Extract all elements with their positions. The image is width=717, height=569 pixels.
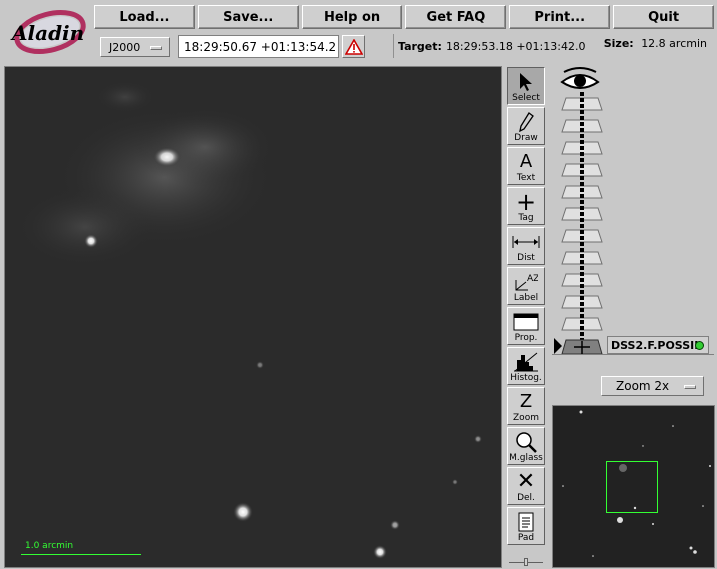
sky-image bbox=[5, 67, 501, 567]
faq-button[interactable]: Get FAQ bbox=[405, 5, 507, 29]
scale-bar-label: 1.0 arcmin bbox=[25, 541, 74, 551]
size-value: 12.8 arcmin bbox=[641, 37, 707, 50]
notepad-icon bbox=[517, 511, 535, 533]
magnifier-icon bbox=[515, 431, 537, 453]
zoom-tool-button[interactable]: Z Zoom bbox=[507, 387, 545, 425]
distance-arrow-icon bbox=[512, 231, 540, 253]
draw-tool-button[interactable]: Draw bbox=[507, 107, 545, 145]
label-tool-button[interactable]: AZ Label bbox=[507, 267, 545, 305]
svg-text:AZ: AZ bbox=[527, 274, 538, 284]
select-tool-button[interactable]: Select bbox=[507, 67, 545, 105]
help-button[interactable]: Help on bbox=[301, 5, 403, 29]
scale-bar-line bbox=[21, 554, 141, 555]
overview-panel[interactable] bbox=[552, 405, 715, 568]
zoom-tool-label: Zoom bbox=[513, 413, 539, 423]
quit-button[interactable]: Quit bbox=[613, 5, 714, 29]
aladin-logo: Aladin bbox=[4, 4, 88, 60]
save-button[interactable]: Save... bbox=[197, 5, 299, 29]
size-label: Size: bbox=[603, 37, 634, 50]
plane-label[interactable]: DSS2.F.POSSII bbox=[607, 336, 709, 354]
text-tool-label: Text bbox=[516, 173, 536, 183]
cursor-arrow-icon bbox=[519, 71, 533, 93]
dist-tool-label: Dist bbox=[517, 253, 535, 263]
dist-tool-button[interactable]: Dist bbox=[507, 227, 545, 265]
target-value: 18:29:53.18 +01:13:42.0 bbox=[445, 39, 586, 53]
pad-tool-button[interactable]: Pad bbox=[507, 507, 545, 545]
tag-tool-label: Tag bbox=[518, 213, 534, 223]
window-icon bbox=[513, 311, 539, 333]
plane-stack: DSS2.F.POSSII bbox=[552, 62, 712, 358]
tool-slider[interactable] bbox=[507, 558, 545, 566]
select-tool-label: Select bbox=[512, 93, 540, 103]
overview-view-box[interactable] bbox=[606, 461, 658, 513]
eye-icon[interactable] bbox=[560, 66, 600, 92]
tool-panel: Select Draw A Text + Tag Dist AZ Label P… bbox=[507, 67, 547, 545]
coordinate-input[interactable] bbox=[178, 35, 339, 58]
slider-thumb[interactable] bbox=[524, 558, 528, 566]
plane-name: DSS2.F.POSSII bbox=[611, 338, 699, 352]
mglass-tool-button[interactable]: M.glass bbox=[507, 427, 545, 465]
del-tool-button[interactable]: ✕ Del. bbox=[507, 467, 545, 505]
tag-tool-button[interactable]: + Tag bbox=[507, 187, 545, 225]
mglass-tool-label: M.glass bbox=[509, 453, 543, 463]
plane-stack-graphic bbox=[554, 92, 603, 355]
histog-tool-label: Histog. bbox=[510, 373, 542, 383]
histogram-icon bbox=[513, 351, 539, 373]
pencil-icon bbox=[518, 111, 534, 133]
frame-select-value: J2000 bbox=[109, 40, 141, 54]
del-tool-label: Del. bbox=[517, 493, 535, 503]
zoom-select-value: Zoom 2x bbox=[616, 379, 670, 393]
draw-tool-label: Draw bbox=[514, 133, 538, 143]
main-image-view[interactable]: 1.0 arcmin bbox=[4, 66, 502, 568]
dropdown-arrow-icon bbox=[150, 46, 162, 50]
x-icon: ✕ bbox=[516, 469, 536, 494]
stack-divider bbox=[552, 354, 714, 355]
plus-icon: + bbox=[515, 188, 537, 216]
dropdown-arrow-icon bbox=[684, 385, 696, 389]
letter-a-icon: A bbox=[519, 151, 533, 172]
prop-tool-label: Prop. bbox=[514, 333, 538, 343]
target-label: Target: bbox=[398, 39, 442, 53]
pad-tool-label: Pad bbox=[517, 533, 535, 543]
letter-z-icon: Z bbox=[519, 391, 533, 412]
text-tool-button[interactable]: A Text bbox=[507, 147, 545, 185]
label-tool-label: Label bbox=[513, 293, 539, 303]
zoom-select[interactable]: Zoom 2x bbox=[601, 376, 704, 396]
warning-icon bbox=[344, 38, 363, 55]
histog-tool-button[interactable]: Histog. bbox=[507, 347, 545, 385]
print-button[interactable]: Print... bbox=[509, 5, 611, 29]
menu-bar: Load... Save... Help on Get FAQ Print...… bbox=[94, 5, 714, 29]
warning-button[interactable] bbox=[342, 35, 365, 58]
label-icon: AZ bbox=[514, 271, 538, 293]
load-button[interactable]: Load... bbox=[94, 5, 195, 29]
size-info: Size: 12.8 arcmin bbox=[604, 37, 707, 50]
prop-tool-button[interactable]: Prop. bbox=[507, 307, 545, 345]
scale-bar: 1.0 arcmin bbox=[21, 541, 141, 555]
frame-select[interactable]: J2000 bbox=[100, 37, 170, 57]
status-dot-icon bbox=[695, 341, 704, 350]
svg-text:Aladin: Aladin bbox=[10, 21, 84, 45]
